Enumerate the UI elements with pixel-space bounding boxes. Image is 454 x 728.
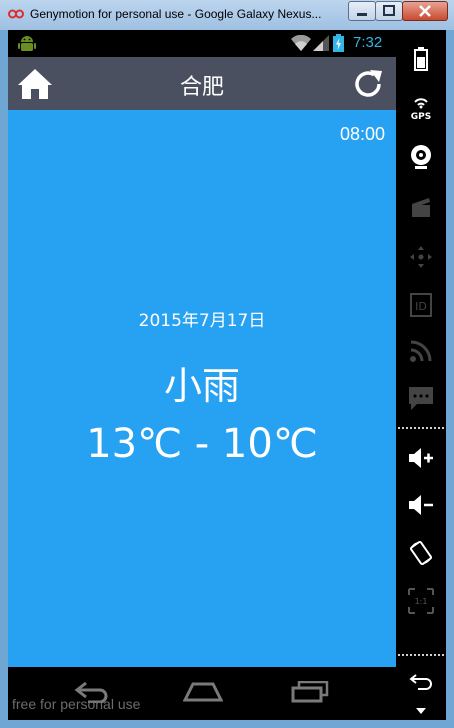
home-nav-icon[interactable] <box>183 681 223 703</box>
emulator-window: Genymotion for personal use - Google Gal… <box>0 0 454 728</box>
back-icon <box>409 674 432 690</box>
status-bar: 7:32 <box>8 30 396 57</box>
device-id-button[interactable]: ID <box>396 282 446 328</box>
battery-widget-button[interactable] <box>396 36 446 82</box>
city-title: 合肥 <box>179 75 224 100</box>
dpad-button[interactable] <box>396 234 446 280</box>
dpad-icon <box>410 246 432 268</box>
webcam-widget-button[interactable] <box>396 134 446 180</box>
menu-down-icon <box>416 708 426 714</box>
sms-button[interactable] <box>396 375 446 421</box>
minimize-button[interactable] <box>348 1 376 21</box>
scale-icon: 1:1 <box>408 588 434 614</box>
volume-down-icon <box>409 495 433 515</box>
genymotion-logo-icon <box>8 9 24 19</box>
weather-panel: 08:00 2015年7月17日 小雨 13℃ - 10℃ <box>8 110 396 667</box>
sidebar-back-button[interactable] <box>396 664 446 700</box>
close-icon <box>419 5 431 17</box>
network-button[interactable] <box>396 328 446 374</box>
device-screen: 7:32 合肥 08:00 2015年7月17日 小雨 13℃ - 10℃ fr… <box>8 30 396 720</box>
battery-charging-icon <box>333 34 344 52</box>
android-debug-icon <box>18 36 36 51</box>
action-bar: 合肥 <box>8 57 396 110</box>
sms-icon <box>409 387 433 410</box>
sidebar-divider <box>398 427 444 429</box>
video-capture-button[interactable] <box>396 184 446 230</box>
rss-icon <box>410 340 432 362</box>
gps-icon: GPS <box>411 98 431 120</box>
status-clock: 7:32 <box>353 34 383 51</box>
weather-date: 2015年7月17日 <box>138 311 266 331</box>
gps-label: GPS <box>411 112 431 120</box>
signal-icon <box>313 35 329 51</box>
back-nav-icon[interactable] <box>74 681 112 703</box>
close-button[interactable] <box>402 1 448 21</box>
navigation-bar: free for personal use <box>8 667 396 720</box>
window-border-right <box>446 30 454 728</box>
maximize-icon <box>383 5 395 16</box>
temperature-range: 13℃ - 10℃ <box>86 421 318 467</box>
volume-down-button[interactable] <box>396 482 446 528</box>
volume-up-button[interactable] <box>396 435 446 481</box>
rotate-button[interactable] <box>396 530 446 576</box>
maximize-button[interactable] <box>375 1 403 21</box>
id-icon: ID <box>410 293 432 317</box>
clapperboard-icon <box>412 198 430 217</box>
genymotion-sidebar: GPS ID 1:1 <box>396 30 446 720</box>
scale-label: 1:1 <box>415 597 428 606</box>
window-title: Genymotion for personal use - Google Gal… <box>30 7 322 21</box>
volume-up-icon <box>409 448 433 468</box>
window-titlebar[interactable]: Genymotion for personal use - Google Gal… <box>0 0 454 30</box>
battery-icon <box>414 47 428 71</box>
weather-description: 小雨 <box>163 364 240 408</box>
sidebar-divider-bottom <box>398 654 444 656</box>
window-border-bottom <box>0 720 454 728</box>
minimize-icon <box>357 13 367 16</box>
wifi-icon <box>291 35 311 51</box>
recents-nav-icon[interactable] <box>291 681 329 703</box>
gps-widget-button[interactable]: GPS <box>396 84 446 130</box>
refresh-icon[interactable] <box>352 68 384 100</box>
sidebar-menu-button[interactable] <box>396 702 446 720</box>
publish-time: 08:00 <box>339 124 385 144</box>
id-label: ID <box>415 300 427 313</box>
rotate-icon <box>409 540 433 566</box>
scale-button[interactable]: 1:1 <box>396 578 446 624</box>
home-icon[interactable] <box>18 68 52 100</box>
webcam-icon <box>411 145 431 169</box>
